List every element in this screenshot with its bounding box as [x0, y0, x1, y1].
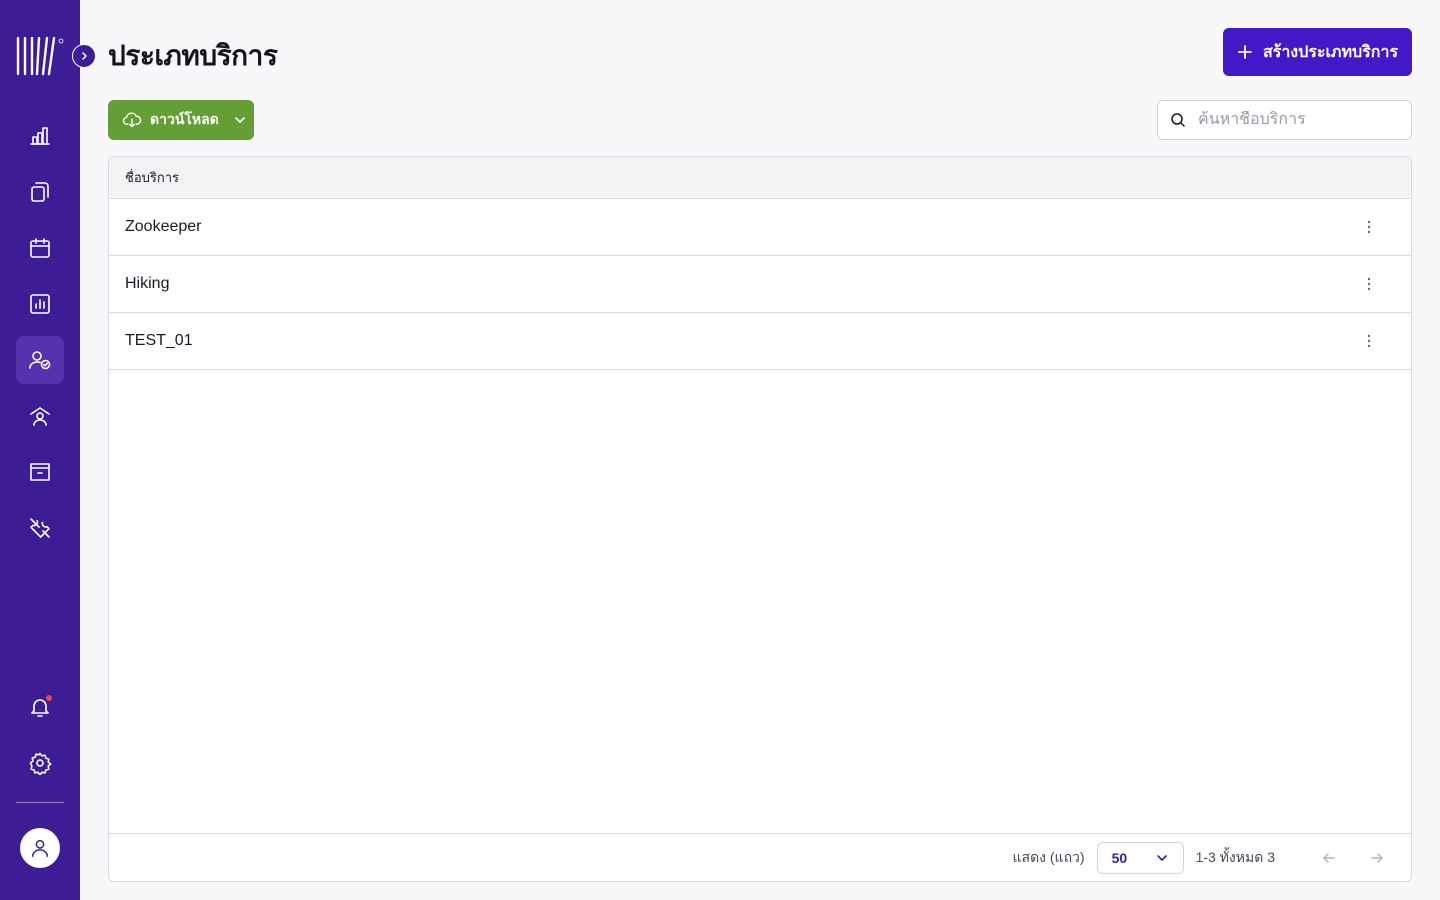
report-chart-icon [30, 294, 50, 314]
create-button-label: สร้างประเภทบริการ [1262, 43, 1399, 61]
search-input[interactable] [1198, 111, 1388, 129]
sidebar-item-settings[interactable] [16, 739, 64, 787]
chevron-right-icon [82, 52, 87, 60]
search-icon [1171, 113, 1185, 127]
more-vertical-icon [1367, 334, 1371, 348]
column-header-service-name[interactable]: ชื่อบริการ [125, 167, 179, 188]
more-vertical-icon [1367, 277, 1371, 291]
create-service-type-button[interactable]: สร้างประเภทบริการ [1223, 28, 1412, 76]
row-menu-button[interactable] [1359, 331, 1379, 351]
notification-dot [46, 695, 52, 701]
user-check-icon [29, 351, 51, 370]
more-vertical-icon [1367, 220, 1371, 234]
service-name-cell: Zookeeper [125, 218, 202, 235]
sidebar-item-dashboard[interactable] [16, 112, 64, 160]
table-row[interactable]: TEST_01 [109, 313, 1411, 370]
gear-icon [29, 752, 52, 775]
next-page-button[interactable] [1363, 844, 1391, 872]
sidebar-item-calendar[interactable] [16, 224, 64, 272]
table-header: ชื่อบริการ [109, 157, 1411, 199]
brand-logo[interactable] [16, 36, 64, 77]
plus-icon [1238, 45, 1252, 59]
sidebar-item-inventory[interactable] [16, 448, 64, 496]
row-menu-button[interactable] [1359, 217, 1379, 237]
copy-documents-icon [31, 182, 49, 202]
rows-per-page-label: แสดง (แถว) [1012, 848, 1085, 865]
sidebar-item-service-types[interactable] [16, 336, 64, 384]
user-avatar[interactable] [20, 828, 60, 868]
rows-per-page-select[interactable]: 50 [1096, 841, 1184, 874]
user-home-icon [30, 407, 50, 426]
sidebar-item-documents[interactable] [16, 168, 64, 216]
sidebar-expand-button[interactable] [72, 44, 96, 68]
table-row[interactable]: Hiking [109, 256, 1411, 313]
download-button-label: ดาวน์โหลด [150, 111, 219, 127]
calendar-icon [30, 238, 50, 258]
sidebar-divider [16, 802, 64, 803]
tools-icon [30, 518, 50, 538]
pagination-range: 1-3 ทั้งหมด 3 [1195, 848, 1275, 865]
archive-box-icon [30, 463, 50, 481]
arrow-left-icon [1323, 852, 1335, 863]
sidebar-item-notifications[interactable] [16, 683, 64, 731]
search-box [1157, 100, 1412, 140]
rows-per-page-value: 50 [1111, 849, 1128, 866]
sidebar [0, 0, 80, 900]
pagination-bar: แสดง (แถว) 50 1-3 ทั้งหมด 3 [109, 833, 1411, 881]
cloud-download-icon [122, 112, 142, 128]
page-title: ประเภทบริการ [108, 40, 278, 71]
sidebar-item-reports[interactable] [16, 280, 64, 328]
sidebar-item-staff[interactable] [16, 392, 64, 440]
service-types-table: ชื่อบริการ Zookeeper Hiking TEST_01 แสดง… [108, 156, 1412, 882]
arrow-right-icon [1371, 852, 1383, 863]
download-button[interactable]: ดาวน์โหลด [108, 100, 254, 140]
bar-chart-icon [30, 127, 50, 145]
chevron-down-icon [1156, 854, 1167, 861]
table-row[interactable]: Zookeeper [109, 199, 1411, 256]
row-menu-button[interactable] [1359, 274, 1379, 294]
previous-page-button[interactable] [1315, 844, 1343, 872]
sidebar-item-tools[interactable] [16, 504, 64, 552]
user-icon [31, 839, 49, 857]
chevron-down-icon [235, 117, 245, 123]
service-name-cell: Hiking [125, 275, 170, 292]
service-name-cell: TEST_01 [125, 332, 193, 349]
